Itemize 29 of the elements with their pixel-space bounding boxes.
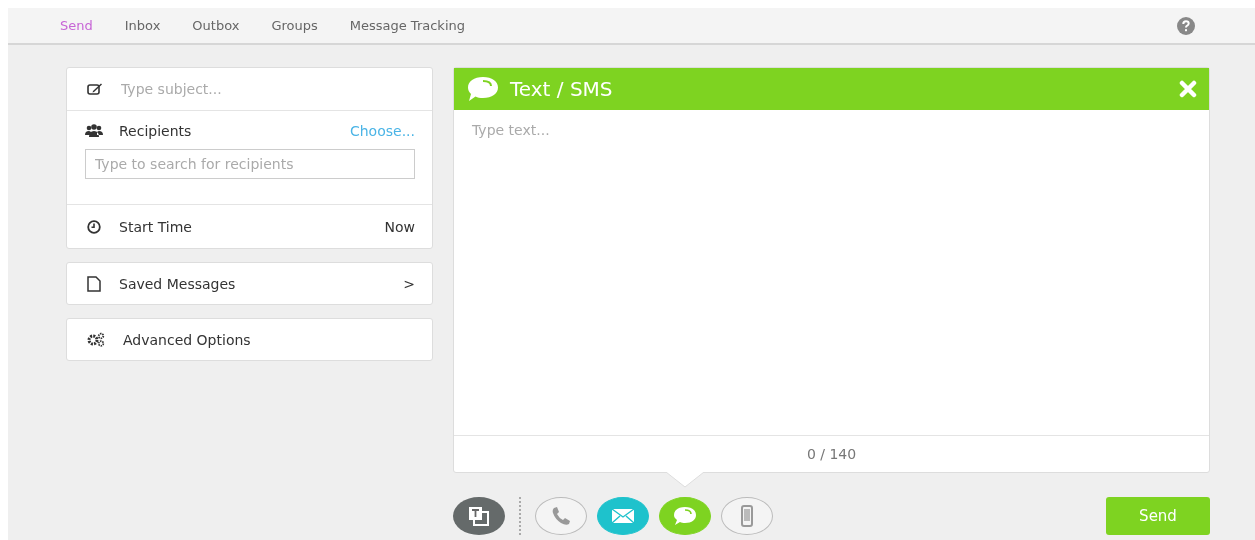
sms-channel-button[interactable] (659, 497, 711, 535)
translate-button[interactable] (453, 497, 505, 535)
editor-title: Text / SMS (510, 77, 614, 101)
close-icon[interactable] (1179, 80, 1197, 98)
nav-tab[interactable]: Outbox (192, 18, 240, 33)
nav-tab[interactable]: Groups (271, 18, 318, 33)
edit-icon (87, 82, 103, 96)
group-icon (85, 124, 103, 138)
app-channel-button[interactable] (721, 497, 773, 535)
gears-icon (87, 332, 105, 347)
recipient-search-field[interactable]: Type to search for recipients (85, 149, 415, 179)
start-time-value[interactable]: Now (384, 218, 415, 235)
speech-bubble-icon (672, 504, 698, 528)
nav-tab[interactable]: Inbox (124, 18, 161, 33)
nav-tab[interactable]: Send (60, 18, 93, 33)
speech-bubble-icon (466, 75, 500, 103)
advanced-options-item[interactable]: Advanced Options (66, 318, 433, 361)
start-time-label: Start Time (119, 218, 193, 235)
help-icon[interactable] (1177, 16, 1195, 35)
document-icon (87, 275, 101, 292)
nav-tab[interactable]: Message Tracking (349, 18, 465, 33)
saved-messages-item[interactable]: Saved Messages > (66, 262, 433, 305)
voice-channel-button[interactable] (535, 497, 587, 535)
email-channel-button[interactable] (597, 497, 649, 535)
recipients-label: Recipients (119, 123, 193, 139)
pointer-notch (666, 472, 704, 488)
character-counter: 0 / 140 (806, 446, 857, 462)
clock-icon (87, 219, 101, 234)
message-editor[interactable]: Text / SMS Type text... 0 / 140 (453, 67, 1210, 473)
